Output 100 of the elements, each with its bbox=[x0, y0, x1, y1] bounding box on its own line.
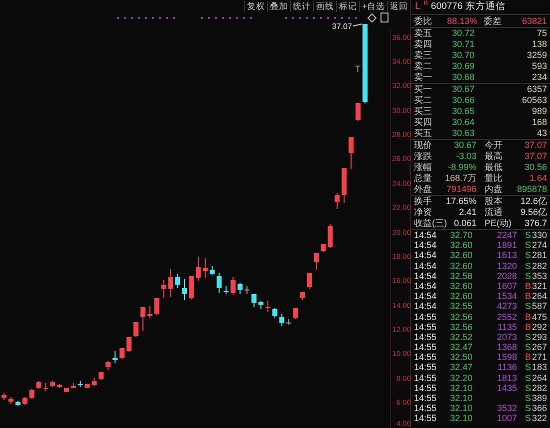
stat-label: 总量 bbox=[414, 173, 432, 184]
candle bbox=[70, 382, 76, 388]
candle bbox=[188, 276, 194, 300]
order-price: 30.67 bbox=[452, 84, 476, 95]
trade-side: S bbox=[524, 382, 531, 394]
trade-time: 14:55 bbox=[414, 332, 438, 342]
candle bbox=[230, 276, 236, 296]
toolbar-button[interactable]: 画线 bbox=[313, 0, 336, 12]
trade-price: 32.60 bbox=[450, 260, 474, 271]
trade-marker: T bbox=[355, 64, 360, 74]
trade-count: 366 bbox=[531, 403, 547, 414]
trade-price: 32.58 bbox=[450, 270, 474, 281]
order-level-label: 卖二 bbox=[414, 61, 433, 72]
trade-count: 264 bbox=[531, 291, 547, 302]
trade-time: 14:55 bbox=[414, 362, 438, 373]
candle bbox=[106, 360, 111, 370]
toolbar-button[interactable]: +自选 bbox=[359, 0, 387, 12]
candle bbox=[202, 257, 208, 278]
candle bbox=[168, 268, 174, 298]
trade-count: 475 bbox=[531, 312, 547, 322]
stat-label: 量比 bbox=[484, 173, 502, 184]
stat-label: 换手 bbox=[414, 196, 432, 207]
trade-time: 14:55 bbox=[414, 413, 438, 424]
candle bbox=[161, 279, 166, 298]
stat-value: 1.64 bbox=[529, 173, 547, 184]
stat-value: 376.7 bbox=[524, 218, 547, 229]
candle bbox=[348, 136, 354, 170]
stat-label: 涨跌 bbox=[414, 151, 432, 162]
trade-side: S bbox=[524, 270, 531, 281]
candle bbox=[98, 371, 104, 380]
trade-volume: 1320 bbox=[496, 260, 517, 271]
trade-count: 183 bbox=[531, 362, 547, 373]
order-level-label: 卖四 bbox=[414, 39, 433, 50]
stat-label: 收益(三) bbox=[414, 218, 447, 229]
candle bbox=[258, 300, 264, 310]
trade-side: S bbox=[524, 240, 531, 250]
trade-side: B bbox=[524, 291, 531, 302]
stat-value: 88.13% bbox=[446, 16, 478, 26]
order-volume: 234 bbox=[530, 72, 547, 83]
trade-time: 14:54 bbox=[414, 250, 438, 261]
candle bbox=[328, 223, 333, 248]
toolbar-button[interactable]: 复权 bbox=[244, 0, 268, 12]
trade-price: 32.56 bbox=[450, 322, 474, 332]
stat-label: 今开 bbox=[484, 140, 502, 151]
trade-time: 14:54 bbox=[414, 230, 438, 240]
trade-volume: 1007 bbox=[496, 413, 517, 424]
stat-value: 791496 bbox=[446, 184, 476, 195]
trade-side: S bbox=[524, 342, 531, 352]
trade-price: 32.60 bbox=[450, 280, 474, 292]
trade-price: 32.10 bbox=[450, 413, 474, 424]
order-price: 30.72 bbox=[452, 28, 476, 39]
trade-time: 14:55 bbox=[414, 322, 438, 332]
diamond-icon[interactable] bbox=[367, 13, 377, 23]
candle bbox=[112, 350, 118, 364]
panel-icon[interactable] bbox=[380, 12, 388, 22]
candle bbox=[356, 102, 361, 122]
candle bbox=[182, 278, 187, 301]
order-level-label: 卖一 bbox=[414, 72, 433, 83]
trade-volume: 3532 bbox=[496, 403, 517, 414]
trade-time: 14:55 bbox=[414, 382, 438, 394]
trade-count: 322 bbox=[531, 413, 547, 424]
trade-time: 14:54 bbox=[414, 291, 438, 302]
trade-price: 32.10 bbox=[450, 393, 474, 404]
trade-time: 14:54 bbox=[414, 301, 438, 312]
trade-price: 32.60 bbox=[450, 250, 474, 261]
toolbar-button[interactable]: 返回 bbox=[387, 0, 410, 12]
candle bbox=[78, 380, 83, 388]
order-volume: 75 bbox=[536, 28, 547, 39]
toolbar-button[interactable]: 标记 bbox=[336, 0, 360, 12]
stat-label: 外盘 bbox=[414, 184, 432, 195]
order-level-label: 买三 bbox=[414, 106, 433, 117]
trade-side: B bbox=[524, 280, 531, 292]
trade-volume: 1813 bbox=[496, 372, 517, 383]
candle bbox=[147, 306, 152, 318]
trade-price: 32.60 bbox=[450, 291, 474, 302]
trade-volume: 2552 bbox=[496, 312, 517, 322]
stat-label: 流通 bbox=[484, 207, 502, 218]
trade-volume: 1598 bbox=[496, 352, 517, 362]
trade-volume: 1435 bbox=[496, 382, 517, 394]
order-price: 30.71 bbox=[452, 39, 476, 50]
trade-time: 14:54 bbox=[414, 240, 438, 250]
trade-count: 389 bbox=[531, 393, 547, 404]
candle bbox=[216, 272, 222, 294]
trade-count: 267 bbox=[531, 342, 547, 352]
trade-price: 32.50 bbox=[450, 352, 474, 362]
trade-count: 321 bbox=[531, 280, 547, 292]
order-volume: 168 bbox=[530, 117, 547, 128]
toolbar-button[interactable]: 统计 bbox=[290, 0, 314, 12]
trade-count: 353 bbox=[531, 270, 547, 281]
candle bbox=[320, 243, 326, 252]
candle bbox=[8, 396, 14, 404]
order-level-label: 买四 bbox=[414, 117, 433, 128]
stat-label: PE(动) bbox=[484, 218, 512, 229]
trade-count: 293 bbox=[531, 332, 547, 342]
trade-time: 14:54 bbox=[414, 270, 438, 281]
trade-side: S bbox=[524, 393, 531, 404]
trade-side: S bbox=[524, 403, 531, 414]
trade-price: 32.55 bbox=[450, 301, 474, 312]
toolbar-button[interactable]: 叠加 bbox=[267, 0, 290, 12]
stat-label: 内盘 bbox=[484, 184, 502, 195]
